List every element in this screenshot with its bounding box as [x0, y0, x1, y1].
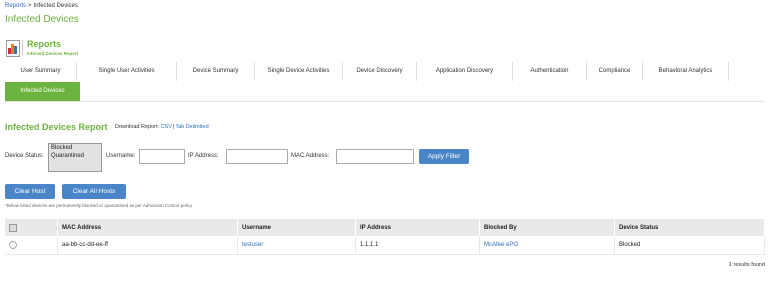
- table-header-row: MAC Address Username IP Address Blocked …: [5, 219, 765, 236]
- download-report: Download Report: CSV|Tab Delimited: [115, 124, 209, 130]
- col-device-status[interactable]: Device Status: [614, 219, 765, 236]
- col-ip-address[interactable]: IP Address: [355, 219, 480, 236]
- header-divider: [22, 40, 23, 56]
- reports-title: Reports: [27, 39, 62, 49]
- download-label: Download Report:: [115, 124, 160, 130]
- blocked-by-link[interactable]: McAfee ePO: [484, 242, 518, 248]
- col-mac-address[interactable]: MAC Address: [57, 219, 238, 236]
- clear-host-button[interactable]: Clear Host: [5, 184, 55, 199]
- table-row: aa-bb-cc-dd-ee-ff testuser 1.1.1.1 McAfe…: [5, 236, 765, 255]
- cell-device-status: Blocked: [614, 236, 765, 255]
- col-username[interactable]: Username: [237, 219, 356, 236]
- username-input[interactable]: [139, 149, 185, 164]
- mac-address-input[interactable]: [336, 149, 414, 164]
- clear-all-hosts-button[interactable]: Clear All Hosts: [62, 184, 126, 199]
- tab-device-discovery[interactable]: Device Discovery: [343, 62, 417, 81]
- breadcrumb-current: Infected Devices: [33, 3, 78, 9]
- tab-behavioral-analytics[interactable]: Behavioral Analytics: [643, 62, 729, 81]
- infected-devices-table: MAC Address Username IP Address Blocked …: [5, 219, 765, 255]
- tab-user-summary[interactable]: User Summary: [5, 62, 77, 81]
- select-all-checkbox-cell[interactable]: [5, 219, 58, 236]
- mac-address-label: MAC Address:: [291, 153, 330, 159]
- device-status-select[interactable]: Blocked Quarantined: [48, 143, 102, 172]
- cell-mac-address: aa-bb-cc-dd-ee-ff: [57, 236, 238, 255]
- ip-address-input[interactable]: [226, 149, 288, 164]
- device-status-label: Device Status:: [5, 153, 44, 159]
- select-all-checkbox[interactable]: [9, 223, 17, 232]
- report-tabs: User Summary Single User Activities Devi…: [5, 62, 765, 102]
- cell-ip-address: 1.1.1.1: [355, 236, 480, 255]
- username-link[interactable]: testuser: [242, 242, 263, 248]
- breadcrumb-separator: >: [28, 3, 32, 9]
- tab-device-summary[interactable]: Device Summary: [177, 62, 255, 81]
- tab-single-device-activities[interactable]: Single Device Activities: [255, 62, 343, 81]
- row-select-cell[interactable]: [5, 236, 58, 255]
- tab-single-user-activities[interactable]: Single User Activities: [77, 62, 177, 81]
- breadcrumb: Reports > Infected Devices: [5, 3, 78, 9]
- col-blocked-by[interactable]: Blocked By: [479, 219, 615, 236]
- username-label: Username:: [106, 153, 136, 159]
- cell-username[interactable]: testuser: [237, 236, 356, 255]
- tab-authentication[interactable]: Authentication: [513, 62, 587, 81]
- ip-address-label: IP Address:: [188, 153, 219, 159]
- status-option-blocked[interactable]: Blocked: [49, 144, 101, 152]
- row-select-radio[interactable]: [9, 241, 17, 249]
- reports-subtitle: Infected Devices Report: [27, 51, 79, 56]
- download-csv-link[interactable]: CSV: [161, 124, 172, 130]
- tab-infected-devices[interactable]: Infected Devices: [5, 82, 80, 101]
- results-count: 1 results found: [728, 262, 765, 268]
- cell-blocked-by[interactable]: McAfee ePO: [479, 236, 615, 255]
- policy-note: *Below listed devices are permanently bl…: [5, 203, 193, 208]
- status-option-quarantined[interactable]: Quarantined: [49, 152, 101, 160]
- page-title: Infected Devices: [5, 14, 79, 25]
- breadcrumb-link-reports[interactable]: Reports: [5, 3, 26, 9]
- tab-application-discovery[interactable]: Application Discovery: [417, 62, 513, 81]
- bar-chart-icon: [6, 40, 20, 57]
- download-tab-delimited-link[interactable]: Tab Delimited: [175, 124, 208, 130]
- tab-compliance[interactable]: Compliance: [587, 62, 643, 81]
- apply-filter-button[interactable]: Apply Filter: [419, 149, 469, 164]
- section-title: Infected Devices Report: [5, 122, 108, 132]
